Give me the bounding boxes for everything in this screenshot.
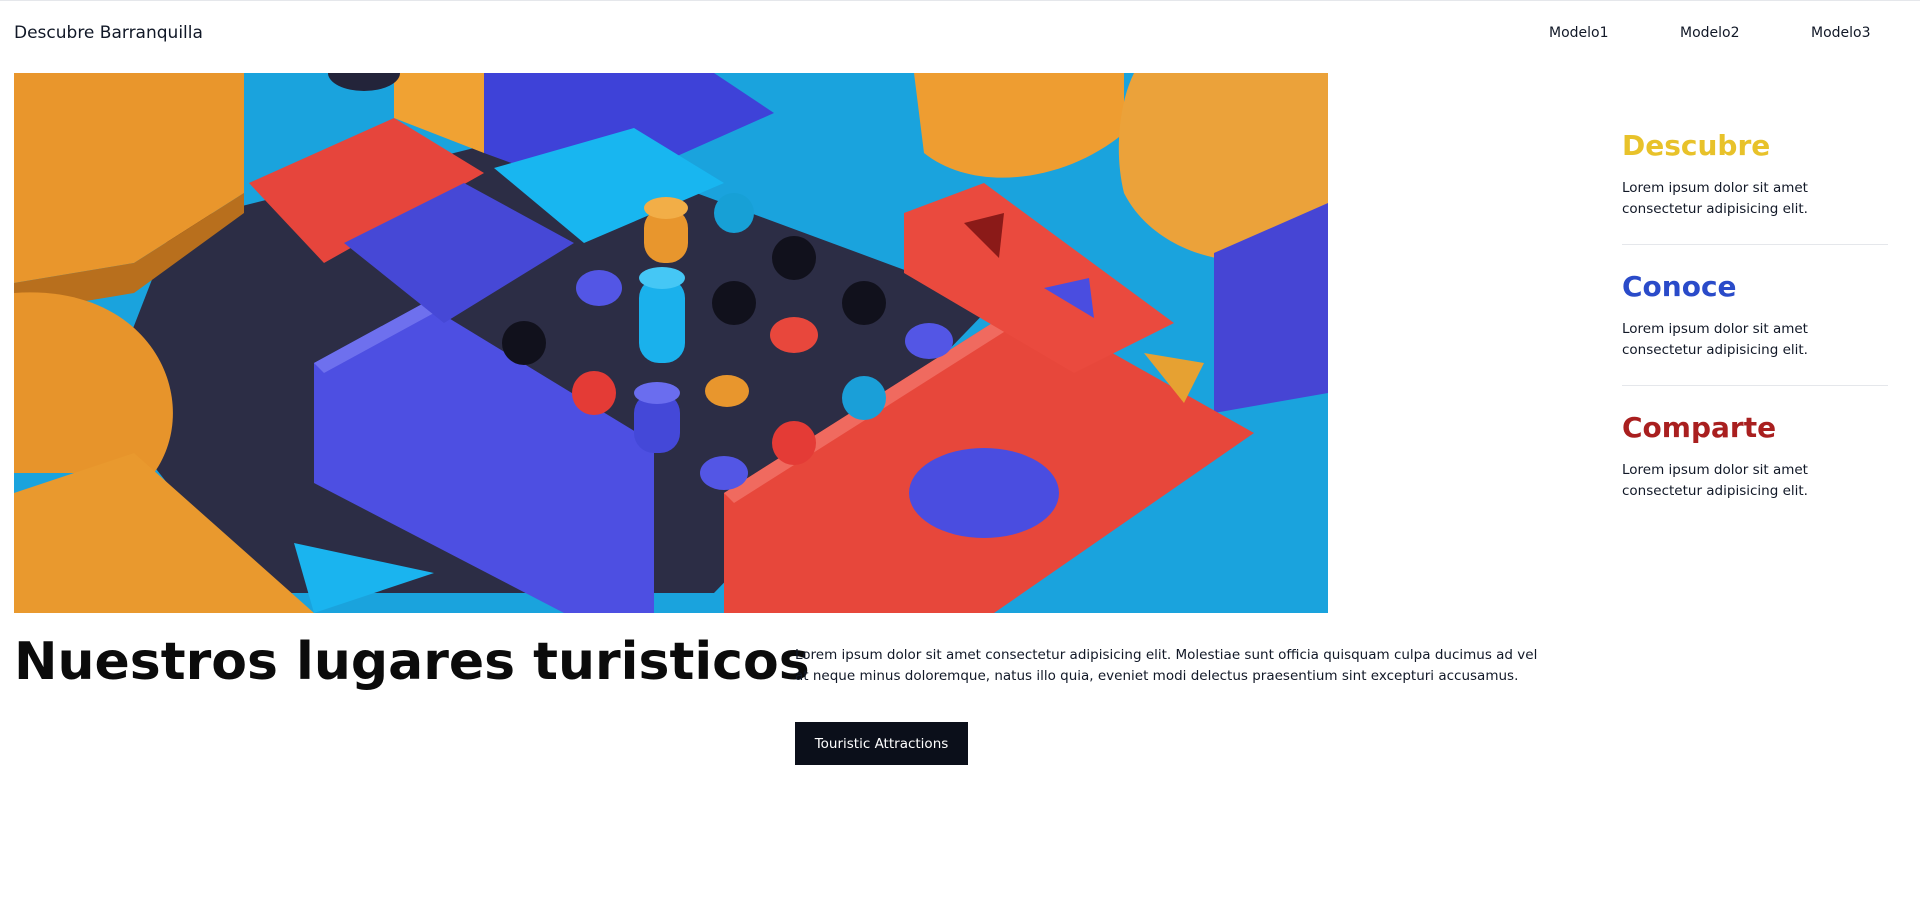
sidebar-title-comparte: Comparte (1622, 411, 1777, 444)
sidebar-text-descubre: Lorem ipsum dolor sit amet consectetur a… (1622, 180, 1808, 217)
sidebar-text-conoce: Lorem ipsum dolor sit amet consectetur a… (1622, 321, 1808, 358)
sidebar: Descubre Lorem ipsum dolor sit amet cons… (1622, 128, 1888, 550)
hero-illustration (14, 73, 1328, 613)
touristic-attractions-button[interactable]: Touristic Attractions (795, 722, 968, 765)
intro-paragraph: Lorem ipsum dolor sit amet consectetur a… (795, 647, 1538, 684)
hero-image (14, 73, 1328, 613)
sidebar-item-descubre: Descubre Lorem ipsum dolor sit amet cons… (1622, 128, 1888, 245)
nav-link-modelo2[interactable]: Modelo2 (1680, 25, 1740, 41)
site-header: Descubre Barranquilla Modelo1 Modelo2 Mo… (0, 0, 1920, 70)
sidebar-title-conoce: Conoce (1622, 270, 1737, 303)
sidebar-text-comparte: Lorem ipsum dolor sit amet consectetur a… (1622, 462, 1808, 499)
brand-link[interactable]: Descubre Barranquilla (14, 23, 203, 43)
page-headline: Nuestros lugares turisticos (14, 632, 810, 692)
sidebar-item-comparte: Comparte Lorem ipsum dolor sit amet cons… (1622, 410, 1888, 526)
nav-link-modelo1[interactable]: Modelo1 (1549, 25, 1609, 41)
sidebar-title-descubre: Descubre (1622, 129, 1771, 162)
nav-link-modelo3[interactable]: Modelo3 (1811, 25, 1871, 41)
sidebar-item-conoce: Conoce Lorem ipsum dolor sit amet consec… (1622, 269, 1888, 386)
